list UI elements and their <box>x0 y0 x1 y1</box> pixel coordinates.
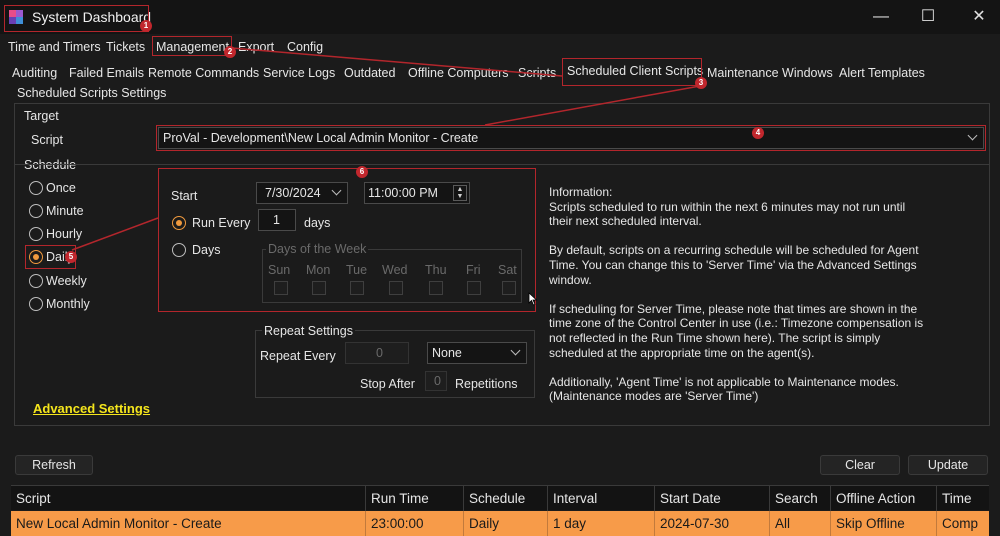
callout-6-badge: 6 <box>356 166 368 178</box>
callout-connectors <box>71 47 701 251</box>
callout-5-badge: 5 <box>65 251 77 263</box>
callout-3-badge: 3 <box>695 77 707 89</box>
mouse-cursor-icon <box>528 292 538 306</box>
callout-1-badge: 1 <box>140 20 152 32</box>
callout-2-badge: 2 <box>224 46 236 58</box>
callout-4-badge: 4 <box>752 127 764 139</box>
